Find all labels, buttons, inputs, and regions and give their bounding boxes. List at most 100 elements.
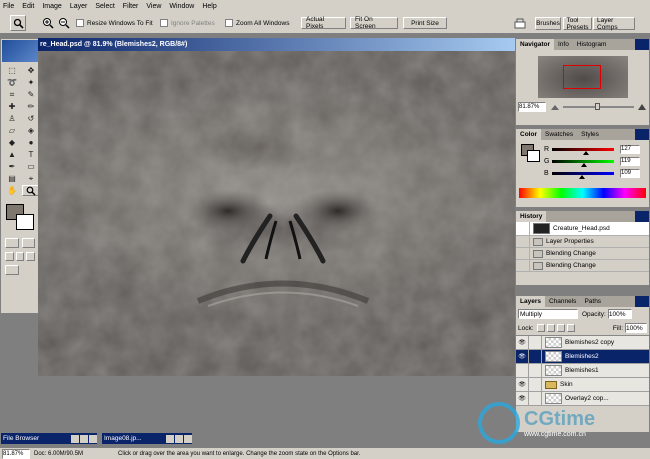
history-item[interactable]: Layer Properties — [516, 236, 649, 248]
panel-menu-icon[interactable] — [635, 129, 649, 140]
zoom-out-icon[interactable] — [56, 15, 72, 31]
channel-value[interactable]: 127 — [620, 144, 640, 154]
tab-paths[interactable]: Paths — [580, 296, 605, 307]
tool-preset-picker[interactable] — [10, 15, 26, 31]
screen-mode-full-menu-icon[interactable] — [15, 252, 25, 261]
channel-value[interactable]: 119 — [620, 156, 640, 166]
resize-windows-label: Resize Windows To Fit — [87, 19, 153, 27]
path-selection-icon[interactable]: ▲ — [3, 149, 21, 160]
crop-tool-icon[interactable]: ⌗ — [3, 89, 21, 100]
history-item[interactable]: Blending Change — [516, 260, 649, 272]
eraser-tool-icon[interactable]: ▱ — [3, 125, 21, 136]
eye-icon[interactable]: 👁 — [516, 349, 529, 364]
link-icon[interactable] — [529, 335, 542, 350]
screen-mode-standard-icon[interactable] — [5, 252, 14, 261]
link-icon[interactable] — [529, 377, 542, 392]
color-bg-swatch[interactable] — [527, 150, 540, 162]
document-title-bar[interactable]: re_Head.psd @ 81.9% (Blemishes2, RGB/8#) — [38, 38, 515, 51]
menu-layer[interactable]: Layer — [70, 3, 88, 10]
minimized-file-browser[interactable]: File Browser — [0, 432, 98, 445]
resize-windows-checkbox[interactable]: Resize Windows To Fit — [76, 16, 153, 30]
print-size-button[interactable]: Print Size — [403, 17, 447, 29]
menu-window[interactable]: Window — [169, 3, 194, 10]
lock-image-icon[interactable] — [546, 324, 555, 332]
channel-slider[interactable] — [552, 159, 614, 167]
healing-brush-icon[interactable]: ✚ — [3, 101, 21, 112]
tab-styles[interactable]: Styles — [577, 129, 603, 140]
opacity-field[interactable]: 100% — [607, 309, 632, 319]
quick-mask-icon[interactable] — [21, 238, 35, 248]
well-layer-comps[interactable]: Layer Comps — [593, 17, 635, 31]
color-ramp[interactable] — [519, 188, 646, 198]
zoom-all-windows-checkbox[interactable]: Zoom All Windows — [225, 16, 289, 30]
palette-well-icon[interactable] — [512, 15, 528, 31]
menu-select[interactable]: Select — [95, 3, 114, 10]
channel-slider[interactable] — [552, 147, 614, 155]
zoom-out-small-icon[interactable] — [550, 103, 560, 111]
tab-color[interactable]: Color — [516, 129, 541, 140]
eye-icon[interactable] — [516, 363, 529, 378]
tab-navigator[interactable]: Navigator — [516, 39, 554, 50]
tab-info[interactable]: Info — [554, 39, 573, 50]
tab-swatches[interactable]: Swatches — [541, 129, 577, 140]
lock-all-icon[interactable] — [566, 324, 575, 332]
menu-file[interactable]: File — [3, 3, 14, 10]
fit-on-screen-button[interactable]: Fit On Screen — [350, 16, 398, 30]
menu-view[interactable]: View — [146, 3, 161, 10]
zoom-in-small-icon[interactable] — [637, 103, 647, 111]
zoom-in-icon[interactable] — [40, 15, 56, 31]
lasso-tool-icon[interactable]: ➰ — [3, 77, 21, 88]
tab-channels[interactable]: Channels — [545, 296, 580, 307]
lock-transparency-icon[interactable] — [536, 324, 545, 332]
panel-menu-icon[interactable] — [635, 296, 649, 307]
jump-to-imageready-icon[interactable] — [5, 265, 19, 275]
link-icon[interactable] — [529, 363, 542, 378]
navigator-thumbnail[interactable] — [537, 56, 628, 98]
menu-help[interactable]: Help — [202, 3, 216, 10]
standard-mode-icon[interactable] — [5, 238, 19, 248]
tab-histogram[interactable]: Histogram — [573, 39, 611, 50]
clone-stamp-icon[interactable]: ♙ — [3, 113, 21, 124]
notes-tool-icon[interactable]: ▤ — [3, 173, 21, 184]
eye-icon[interactable]: 👁 — [516, 335, 529, 350]
panel-menu-icon[interactable] — [635, 211, 649, 222]
marquee-tool-icon[interactable]: ⬚ — [3, 65, 21, 76]
blend-mode-select[interactable]: Multiply — [518, 309, 578, 319]
hand-tool-icon[interactable]: ✋ — [3, 185, 21, 196]
ignore-palettes-checkbox[interactable]: Ignore Palettes — [160, 16, 215, 30]
history-snapshot[interactable]: Creature_Head.psd — [516, 222, 649, 236]
well-brushes[interactable]: Brushes — [535, 17, 561, 30]
minimized-image08[interactable]: Image08.jp... — [101, 432, 193, 445]
layer-group-row[interactable]: 👁 Skin — [516, 377, 649, 392]
navigator-view-box[interactable] — [562, 65, 601, 89]
eye-icon[interactable]: 👁 — [516, 377, 529, 392]
navigator-zoom-slider[interactable] — [563, 103, 634, 110]
well-tool-presets[interactable]: Tool Presets — [563, 17, 592, 31]
link-icon[interactable] — [529, 349, 542, 364]
pen-tool-icon[interactable]: ✒ — [3, 161, 21, 172]
layer-row[interactable]: 👁 Blemishes2 copy — [516, 335, 649, 350]
menu-image[interactable]: Image — [42, 3, 61, 10]
status-doc-size[interactable]: Doc: 6.00M/90.5M — [34, 451, 114, 457]
color-panel: Color Swatches Styles R 127 G 119 B 109 — [515, 128, 650, 208]
channel-slider[interactable] — [552, 171, 614, 179]
tab-history[interactable]: History — [516, 211, 547, 222]
background-color-swatch[interactable] — [16, 214, 34, 230]
menu-edit[interactable]: Edit — [22, 3, 34, 10]
tab-layers[interactable]: Layers — [516, 296, 545, 307]
history-item[interactable]: Blending Change — [516, 248, 649, 260]
image-canvas[interactable] — [38, 51, 515, 376]
blur-tool-icon[interactable]: ◆ — [3, 137, 21, 148]
menu-filter[interactable]: Filter — [123, 3, 139, 10]
panel-menu-icon[interactable] — [635, 39, 649, 50]
navigator-zoom-field[interactable]: 81.87% — [518, 102, 546, 112]
zoom-icon — [13, 18, 24, 29]
lock-position-icon[interactable] — [556, 324, 565, 332]
layer-row[interactable]: Blemishes1 — [516, 363, 649, 378]
status-zoom-field[interactable]: 81.87% — [2, 448, 30, 459]
layer-row[interactable]: 👁 Blemishes2 — [516, 349, 649, 364]
fill-field[interactable]: 100% — [625, 323, 647, 333]
actual-pixels-button[interactable]: Actual Pixels — [301, 16, 346, 30]
screen-mode-full-icon[interactable] — [26, 252, 36, 261]
channel-value[interactable]: 109 — [620, 168, 640, 178]
